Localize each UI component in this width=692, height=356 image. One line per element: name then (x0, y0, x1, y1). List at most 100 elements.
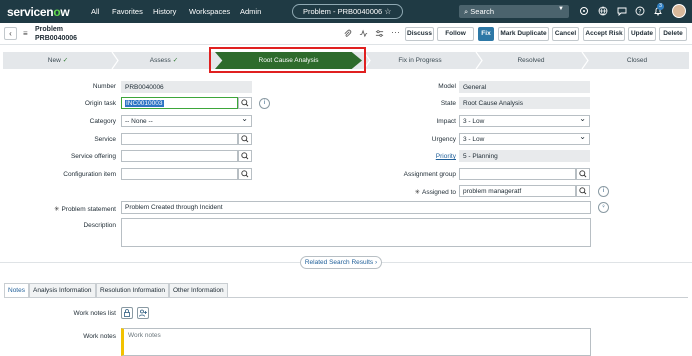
form-menu-icon[interactable]: ≡ (23, 29, 28, 38)
mandatory-asterisk-icon: ✳ (414, 189, 421, 196)
search-icon (579, 187, 587, 195)
origin-task-label: Origin task (84, 100, 116, 107)
attachment-icon[interactable] (343, 29, 352, 38)
assignment-group-field[interactable] (459, 168, 576, 180)
tab-other-information[interactable]: Other Information (169, 283, 228, 298)
description-textarea[interactable] (121, 218, 591, 247)
assignment-group-lookup-button[interactable] (576, 168, 590, 180)
nav-favorites[interactable]: Favorites (112, 7, 143, 16)
svg-text:?: ? (638, 8, 641, 15)
chevron-right-icon: › (374, 259, 378, 266)
service-offering-label: Service offering (70, 153, 116, 160)
configuration-item-lookup-button[interactable] (238, 168, 252, 180)
assigned-to-label: ✳ Assigned to (414, 189, 456, 196)
nav-history[interactable]: History (153, 7, 176, 16)
category-select[interactable]: -- None -- (121, 115, 252, 127)
origin-task-field[interactable]: INC0010003 (121, 97, 238, 109)
number-field: PRB0040006 (121, 81, 252, 93)
work-notes-label: Work notes (83, 333, 116, 340)
model-label: Model (438, 83, 456, 90)
fix-button[interactable]: Fix (478, 27, 494, 41)
favorite-star-icon[interactable]: ☆ (384, 7, 391, 16)
impact-select[interactable]: 3 - Low (459, 115, 590, 127)
delete-button[interactable]: Delete (659, 27, 687, 41)
priority-field: 5 - Planning (459, 150, 590, 162)
search-icon (241, 99, 249, 107)
form-title: Problem (35, 26, 64, 33)
record-context-pill[interactable]: Problem - PRB0040006 ☆ (292, 4, 403, 19)
tab-analysis-information[interactable]: Analysis Information (29, 283, 96, 298)
search-icon (241, 135, 249, 143)
notification-badge: 3 (657, 3, 664, 10)
global-search[interactable]: ⌕ Search ▼ (459, 5, 569, 18)
highlight-box (209, 47, 366, 73)
work-notes-textarea[interactable]: Work notes (121, 328, 591, 356)
model-field: General (459, 81, 590, 93)
stage-assess: Assess ✓ (149, 57, 179, 64)
settings-sliders-icon[interactable] (375, 29, 384, 38)
service-label: Service (94, 136, 116, 143)
help-icon[interactable]: ? (635, 6, 645, 16)
configuration-item-label: Configuration item (63, 171, 116, 178)
urgency-select[interactable]: 3 - Low (459, 133, 590, 145)
nav-workspaces[interactable]: Workspaces (189, 7, 230, 16)
tab-notes[interactable]: Notes (4, 283, 29, 298)
urgency-label: Urgency (431, 136, 456, 143)
mandatory-asterisk-icon: ✳ (53, 206, 60, 213)
service-field[interactable] (121, 133, 238, 145)
service-offering-lookup-button[interactable] (238, 150, 252, 162)
chat-icon[interactable] (617, 6, 627, 16)
assignment-group-label: Assignment group (403, 171, 456, 178)
chevron-down-icon[interactable]: ▼ (558, 6, 564, 12)
user-avatar[interactable] (672, 4, 686, 18)
configuration-item-field[interactable] (121, 168, 238, 180)
nav-all[interactable]: All (91, 7, 99, 16)
accept-risk-button[interactable]: Accept Risk (583, 27, 625, 41)
globe-icon[interactable] (598, 6, 608, 16)
form-header: ‹ ≡ Problem PRB0040006 ··· Discuss Follo… (0, 23, 692, 45)
search-icon (579, 170, 587, 178)
assigned-to-lookup-button[interactable] (576, 185, 590, 197)
state-label: State (440, 100, 456, 107)
info-icon[interactable]: i (598, 186, 609, 197)
lock-icon (124, 309, 130, 317)
servicenow-logo[interactable]: servicenow (7, 5, 70, 19)
impact-label: Impact (436, 118, 456, 125)
follow-button[interactable]: Follow (437, 27, 474, 41)
update-button[interactable]: Update (628, 27, 656, 41)
related-search-results-button[interactable]: Related Search Results › (300, 256, 382, 269)
search-icon (241, 170, 249, 178)
mark-duplicate-button[interactable]: Mark Duplicate (498, 27, 549, 41)
tab-resolution-information[interactable]: Resolution Information (96, 283, 170, 298)
problem-statement-label: ✳ Problem statement (53, 206, 116, 213)
form-record-number: PRB0040006 (35, 35, 78, 42)
chevron-left-icon: ‹ (9, 29, 12, 38)
assigned-to-field[interactable]: problem manageratf (459, 185, 576, 197)
suggestion-icon[interactable]: ♀ (598, 202, 609, 213)
problem-statement-field[interactable]: Problem Created through Incident (121, 201, 591, 214)
cancel-button[interactable]: Cancel (552, 27, 579, 41)
stage-new: New ✓ (47, 57, 69, 64)
category-label: Category (89, 118, 116, 125)
add-me-button[interactable] (137, 307, 149, 319)
service-offering-field[interactable] (121, 150, 238, 162)
stage-resolved: Resolved (517, 57, 545, 64)
priority-label[interactable]: Priority (400, 153, 456, 160)
stage-fix-in-progress: Fix in Progress (398, 57, 442, 64)
state-field: Root Cause Analysis (459, 97, 590, 109)
nav-admin[interactable]: Admin (240, 7, 261, 16)
search-input[interactable]: Search (470, 7, 494, 16)
search-icon: ⌕ (464, 7, 469, 16)
search-icon (241, 152, 249, 160)
discuss-button[interactable]: Discuss (405, 27, 434, 41)
add-user-icon (139, 309, 147, 317)
scope-icon[interactable] (579, 6, 589, 16)
origin-task-lookup-button[interactable] (238, 97, 252, 109)
back-button[interactable]: ‹ (4, 27, 17, 40)
lock-button[interactable] (121, 307, 133, 319)
activity-icon[interactable] (359, 29, 368, 38)
more-options-icon[interactable]: ··· (391, 27, 400, 37)
top-nav: servicenow All Favorites History Workspa… (0, 0, 692, 23)
info-icon[interactable]: i (259, 98, 270, 109)
service-lookup-button[interactable] (238, 133, 252, 145)
